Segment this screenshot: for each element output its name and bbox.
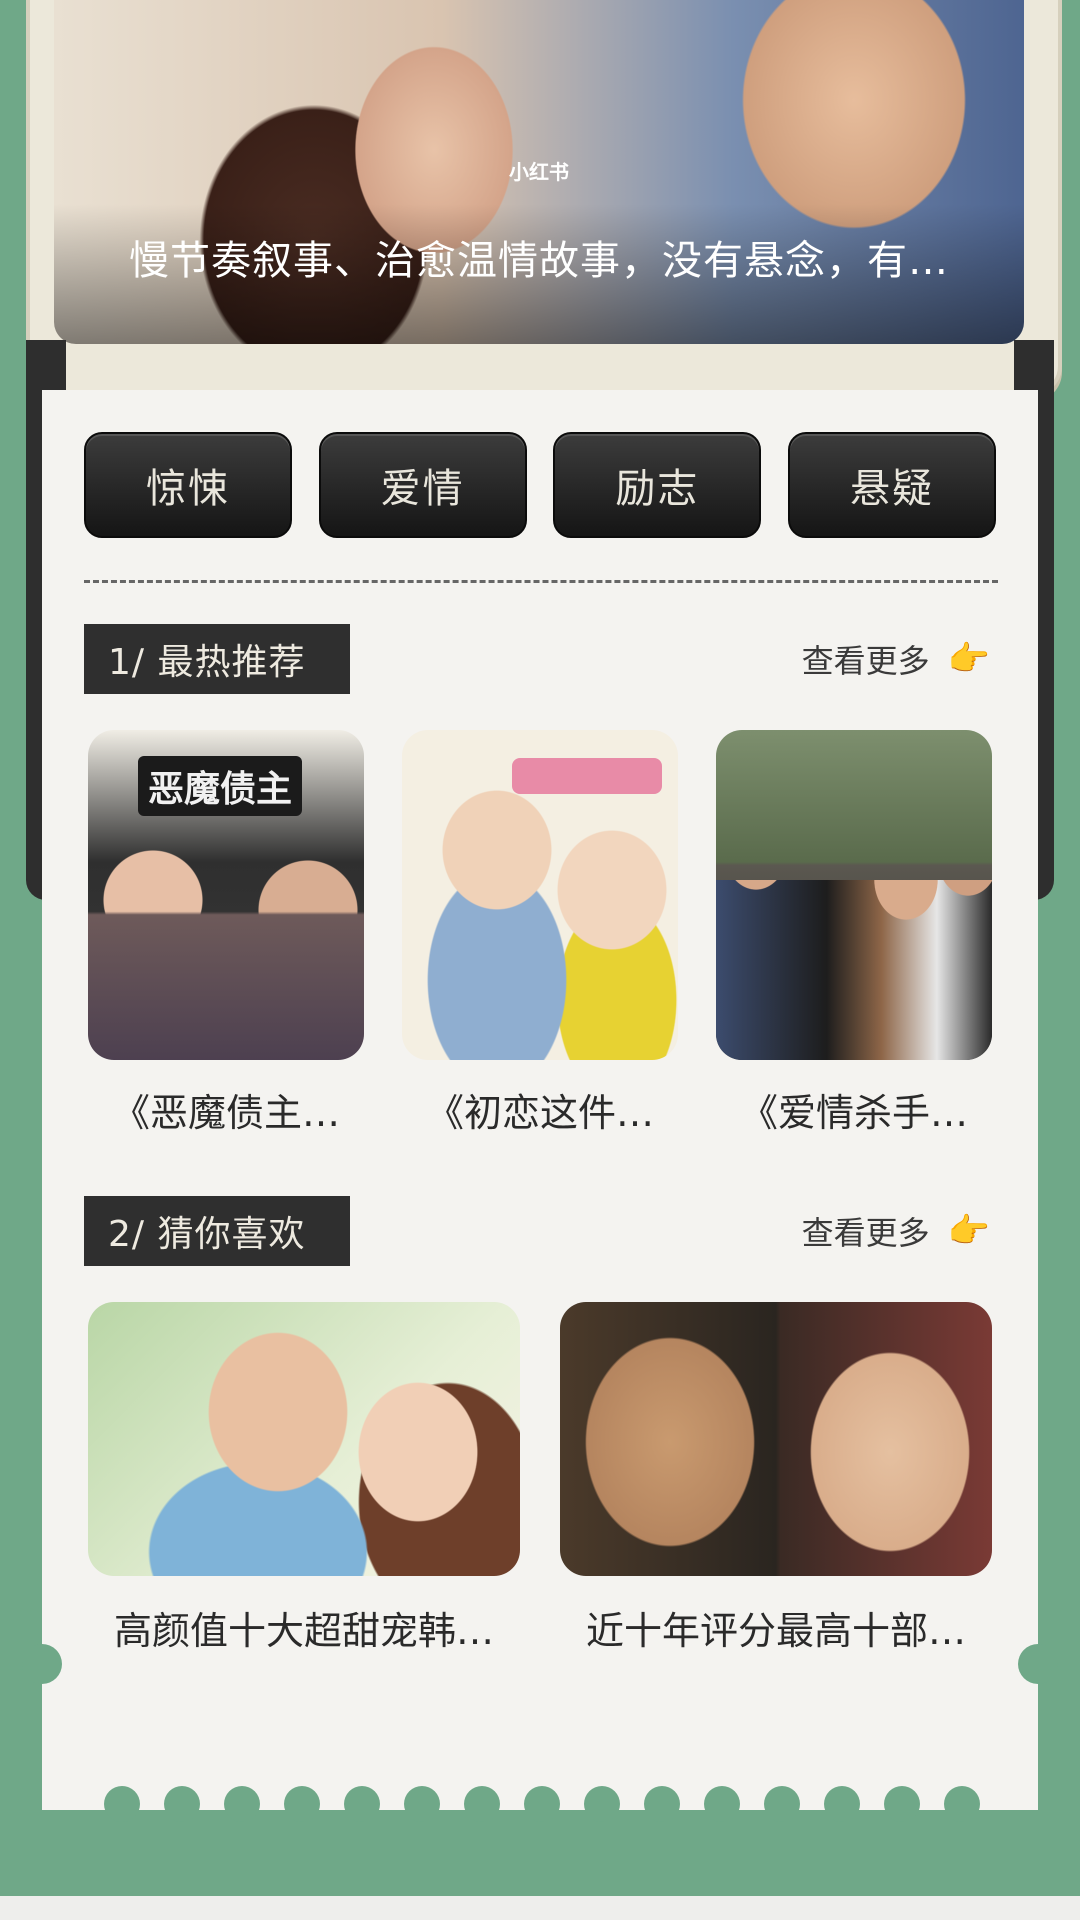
category-button-mystery[interactable]: 悬疑	[787, 432, 996, 538]
scallop	[824, 1786, 860, 1822]
see-more-label: 查看更多	[801, 642, 930, 680]
banner-watermark: 小红书	[509, 160, 569, 184]
scallop	[284, 1786, 320, 1822]
scallop	[524, 1786, 560, 1822]
scallop	[464, 1786, 500, 1822]
scallop	[944, 1786, 980, 1822]
scallop	[404, 1786, 440, 1822]
see-more-guess[interactable]: 查看更多 👉	[802, 1196, 990, 1266]
scallop	[344, 1786, 380, 1822]
scallop	[644, 1786, 680, 1822]
scallop	[884, 1786, 920, 1822]
scallop	[104, 1786, 140, 1822]
dashed-divider	[84, 580, 998, 583]
banner-caption: 慢节奏叙事、治愈温情故事，没有悬念，有…	[129, 238, 949, 284]
scallop	[704, 1786, 740, 1822]
article-card-image[interactable]	[560, 1302, 992, 1576]
category-button-thriller[interactable]: 惊悚	[84, 432, 292, 538]
article-caption[interactable]: 高颜值十大超甜宠韩…	[88, 1600, 520, 1655]
section-title-hot: 1/ 最热推荐	[84, 624, 350, 694]
panel-notch-right	[1018, 1644, 1058, 1684]
poster-caption[interactable]: 《恶魔债主…	[88, 1082, 364, 1137]
see-more-label: 查看更多	[801, 1214, 930, 1252]
scallop	[164, 1786, 200, 1822]
pointing-hand-icon: 👉	[947, 1211, 990, 1251]
poster-caption[interactable]: 《初恋这件…	[402, 1082, 678, 1137]
article-card-image[interactable]	[88, 1302, 520, 1576]
banner-image[interactable]: 小红书 慢节奏叙事、治愈温情故事，没有悬念，有…	[54, 0, 1024, 344]
poster-caption[interactable]: 《爱情杀手…	[716, 1082, 992, 1137]
poster-card[interactable]: 恶魔债主	[88, 730, 364, 1060]
article-caption[interactable]: 近十年评分最高十部…	[560, 1600, 992, 1655]
panel-notch-left	[22, 1644, 62, 1684]
poster-title: 恶魔债主	[138, 756, 303, 816]
scallop	[764, 1786, 800, 1822]
poster-ribbon	[512, 758, 662, 794]
poster-figures	[716, 880, 992, 1060]
scallop	[224, 1786, 260, 1822]
scallop	[584, 1786, 620, 1822]
section-title-guess: 2/ 猜你喜欢	[84, 1196, 350, 1266]
category-button-romance[interactable]: 爱情	[318, 432, 527, 538]
category-button-inspirational[interactable]: 励志	[553, 432, 762, 538]
poster-card[interactable]	[716, 730, 992, 1060]
pointing-hand-icon: 👉	[947, 639, 990, 679]
bottom-strip	[0, 1896, 1080, 1920]
see-more-hot[interactable]: 查看更多 👉	[802, 624, 990, 694]
category-bar: 惊悚 爱情 励志 悬疑	[84, 432, 996, 538]
poster-card[interactable]	[402, 730, 678, 1060]
